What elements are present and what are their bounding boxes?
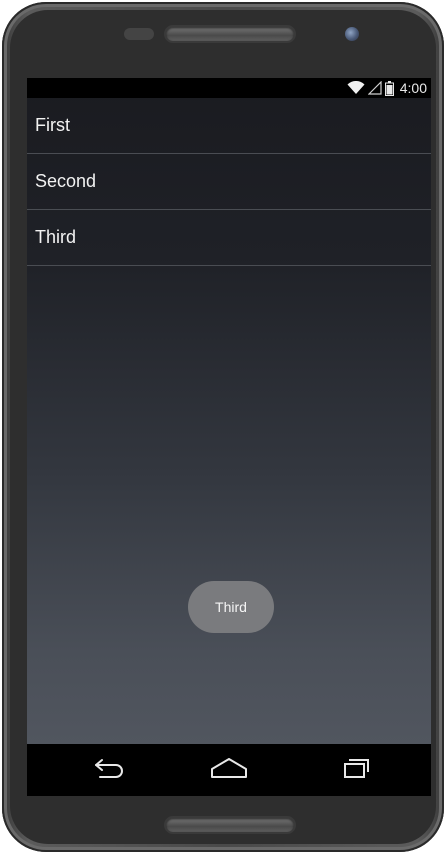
list-item-first[interactable]: First [27, 98, 431, 154]
battery-icon [384, 80, 394, 96]
navigation-bar [27, 744, 431, 796]
status-bar: 4:00 [27, 78, 431, 98]
bottom-speaker [166, 818, 294, 832]
toast-message: Third [188, 581, 274, 633]
item-list: First Second Third [27, 98, 431, 266]
back-icon [90, 757, 128, 784]
signal-icon [367, 81, 382, 95]
list-item-third[interactable]: Third [27, 210, 431, 266]
recent-apps-button[interactable] [333, 754, 381, 786]
list-item-second[interactable]: Second [27, 154, 431, 210]
recent-apps-icon [342, 757, 372, 784]
status-clock: 4:00 [399, 80, 427, 96]
front-camera-icon [345, 27, 359, 41]
proximity-sensor [124, 28, 154, 40]
back-button[interactable] [85, 754, 133, 786]
status-icons: 4:00 [347, 79, 427, 97]
earpiece-speaker [166, 27, 294, 41]
wifi-icon [347, 81, 365, 95]
home-icon [209, 757, 249, 784]
screen: 4:00 First Second Third Third [27, 78, 431, 796]
home-button[interactable] [205, 754, 253, 786]
